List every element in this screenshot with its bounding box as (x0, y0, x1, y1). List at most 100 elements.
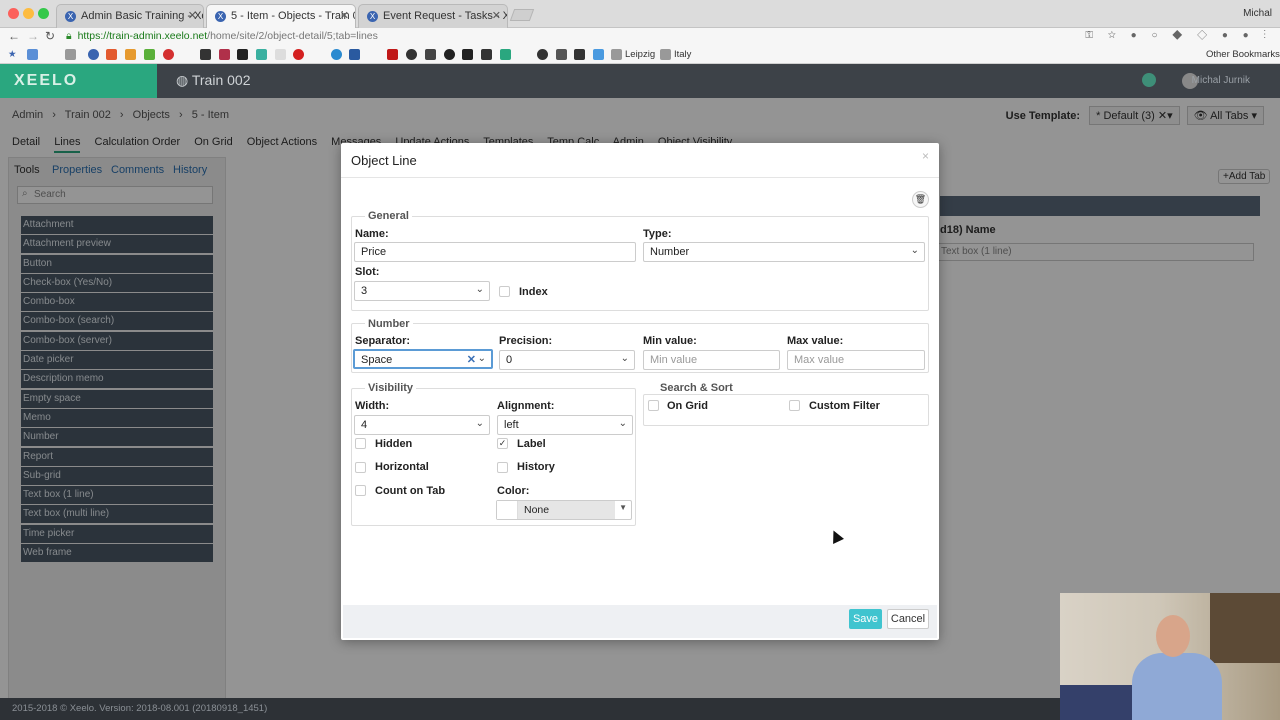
bookmark-icon[interactable] (593, 49, 604, 60)
name-field[interactable]: Price (354, 242, 636, 262)
bookmark-icon[interactable] (256, 49, 267, 60)
chevron-down-icon: ⌄ (477, 353, 486, 364)
horizontal-checkbox[interactable] (355, 462, 366, 473)
clear-icon[interactable]: ✕ (467, 353, 476, 366)
label-label: Label (517, 438, 546, 450)
browser-tab-admin-training[interactable]: X Admin Basic Training - Xeelo K ✕ (56, 4, 204, 28)
browser-profile-name[interactable]: Michal (1243, 8, 1272, 19)
site-title-text: Train 002 (191, 72, 251, 88)
back-arrow-icon[interactable]: ← (8, 29, 20, 43)
precision-label: Precision: (499, 335, 553, 347)
max-value-field[interactable]: Max value (787, 350, 925, 370)
bookmark-icon[interactable] (106, 49, 117, 60)
user-name[interactable]: Michal Jurnik (1192, 75, 1250, 86)
bookmark-icon[interactable] (237, 49, 248, 60)
bookmark-icon[interactable] (27, 49, 38, 60)
label-checkbox[interactable]: ✓ (497, 438, 508, 449)
min-value-field[interactable]: Min value (643, 350, 780, 370)
custom-filter-checkbox[interactable] (789, 400, 800, 411)
bookmark-leipzig[interactable]: Leipzig (625, 49, 655, 60)
notification-icon[interactable] (1142, 73, 1156, 87)
bookmark-icon[interactable] (537, 49, 548, 60)
maximize-window-button[interactable] (38, 8, 49, 19)
new-tab-button[interactable] (509, 9, 535, 21)
other-bookmarks[interactable]: Other Bookmarks (1206, 49, 1280, 60)
bookmark-icon[interactable] (144, 49, 155, 60)
bookmark-folder-icon[interactable] (65, 49, 76, 60)
separator-label: Separator: (355, 335, 411, 347)
hidden-label: Hidden (375, 438, 413, 450)
browser-tab-item-objects[interactable]: X 5 - Item - Objects - Train 002 ✕ (206, 4, 356, 28)
close-tab-icon[interactable]: ✕ (340, 5, 349, 27)
precision-value: 0 (506, 354, 513, 366)
bookmark-icon[interactable] (163, 49, 174, 60)
cancel-button[interactable]: Cancel (887, 609, 929, 629)
forward-arrow-icon[interactable]: → (27, 29, 39, 43)
folder-icon (611, 49, 622, 60)
bookmark-icon[interactable] (425, 49, 436, 60)
xeelo-favicon-icon: X (65, 11, 76, 22)
separator-select[interactable]: Space ✕ ⌄ (353, 349, 493, 369)
bookmark-icon[interactable] (275, 49, 286, 60)
divider (341, 177, 939, 178)
bookmark-icon[interactable] (331, 49, 342, 60)
save-button[interactable]: Save (849, 609, 882, 629)
reload-icon[interactable]: ↻ (45, 29, 55, 43)
bookmark-italy[interactable]: Italy (674, 49, 691, 60)
type-value: Number (650, 246, 690, 258)
bookmark-icon[interactable] (219, 49, 230, 60)
url-host: https://train-admin.xeelo.net (77, 30, 208, 42)
close-tab-icon[interactable]: ✕ (188, 5, 197, 27)
bookmark-icon[interactable] (462, 49, 473, 60)
xeelo-logo[interactable]: XEELO (0, 64, 157, 98)
dialog-footer (343, 605, 937, 638)
precision-select[interactable]: 0 ⌄ (499, 350, 635, 370)
index-checkbox[interactable] (499, 286, 510, 297)
bookmark-icon[interactable] (444, 49, 455, 60)
close-tab-icon[interactable]: ✕ (492, 5, 501, 27)
apps-star-icon[interactable]: ★ (8, 49, 17, 60)
close-icon[interactable]: × (922, 149, 929, 163)
bookmark-icon[interactable] (200, 49, 211, 60)
site-title[interactable]: ◍ Train 002 (176, 72, 250, 89)
history-label: History (517, 461, 555, 473)
bookmark-icon[interactable] (574, 49, 585, 60)
close-window-button[interactable] (8, 8, 19, 19)
bookmark-icon[interactable] (125, 49, 136, 60)
trash-icon[interactable]: 🗑︎ (912, 191, 929, 208)
slot-label: Slot: (355, 266, 380, 278)
bookmarks-bar: ★ Leipzig Italy Other Bookmarks (0, 46, 1280, 64)
width-select[interactable]: 4 ⌄ (354, 415, 490, 435)
alignment-select[interactable]: left ⌄ (497, 415, 633, 435)
history-checkbox[interactable] (497, 462, 508, 473)
browser-tab-event-request[interactable]: X Event Request - Tasks - Xeelo ✕ (358, 4, 508, 28)
slot-select[interactable]: 3 ⌄ (354, 281, 490, 301)
bookmark-icon[interactable] (293, 49, 304, 60)
chevron-down-icon: ⌄ (910, 245, 919, 256)
bookmark-icon[interactable] (556, 49, 567, 60)
max-value-label: Max value: (787, 335, 844, 347)
bookmark-icon[interactable] (387, 49, 398, 60)
url-field[interactable]: 🔒︎ https://train-admin.xeelo.net/home/sit… (66, 30, 378, 43)
color-picker[interactable]: None ▼ (496, 500, 632, 520)
bookmark-icon[interactable] (481, 49, 492, 60)
bookmark-icon[interactable] (88, 49, 99, 60)
on-grid-checkbox[interactable] (648, 400, 659, 411)
type-select[interactable]: Number ⌄ (643, 242, 925, 262)
bookmark-icon[interactable] (406, 49, 417, 60)
hidden-checkbox[interactable] (355, 438, 366, 449)
bookmark-icon[interactable] (349, 49, 360, 60)
lock-icon: 🔒︎ (66, 30, 72, 42)
horizontal-label: Horizontal (375, 461, 429, 473)
bookmark-icon[interactable] (500, 49, 511, 60)
color-label: Color: (497, 485, 530, 497)
type-label: Type: (643, 228, 672, 240)
extension-icons[interactable]: ⚿ ☆ ● ○ ◆ ◇ ● ● ⋮ (1085, 30, 1272, 41)
globe-icon: ◍ (176, 72, 189, 88)
name-label: Name: (355, 228, 389, 240)
count-on-tab-checkbox[interactable] (355, 485, 366, 496)
alignment-value: left (504, 419, 519, 431)
alignment-label: Alignment: (497, 400, 555, 412)
minimize-window-button[interactable] (23, 8, 34, 19)
folder-icon (660, 49, 671, 60)
